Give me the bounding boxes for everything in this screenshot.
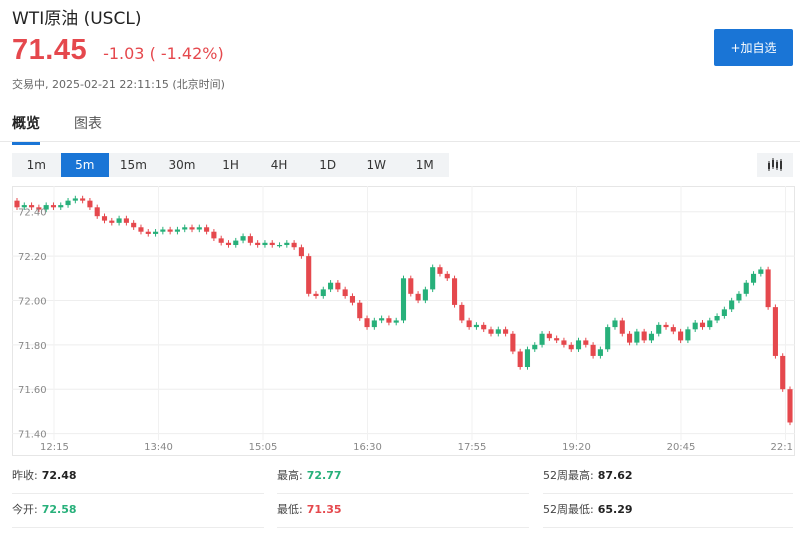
x-tick-label: 15:05: [249, 442, 278, 453]
candle: [619, 317, 625, 337]
x-tick-label: 19:20: [562, 442, 591, 453]
last-price: 71.45: [12, 34, 88, 66]
candlestick-icon: [768, 158, 782, 171]
candle: [772, 304, 778, 359]
stat-prev-close: 昨收: 72.48: [12, 469, 77, 482]
interval-1mo[interactable]: 1M: [401, 153, 450, 177]
stat-low: 最低: 71.35: [277, 503, 342, 516]
stats-divider: [12, 493, 264, 494]
x-tick-label: 20:45: [667, 442, 696, 453]
stat-high: 最高: 72.77: [277, 469, 342, 482]
stats-divider: [543, 527, 793, 528]
x-tick-label: 16:30: [353, 442, 382, 453]
price-row: 71.45 -1.03 ( -1.42%): [12, 34, 224, 67]
candle: [408, 275, 414, 297]
interval-1m[interactable]: 1m: [12, 153, 61, 177]
stat-open: 今开: 72.58: [12, 503, 77, 516]
candle: [605, 324, 611, 352]
candle: [400, 275, 407, 324]
candle: [765, 266, 771, 310]
x-tick-label: 17:55: [458, 442, 487, 453]
interval-30m[interactable]: 30m: [158, 153, 207, 177]
x-tick-label: 22:1: [771, 442, 793, 453]
candle: [306, 253, 312, 297]
candle: [430, 264, 436, 293]
stat-52w-low: 52周最低: 65.29: [543, 503, 633, 516]
candle: [451, 275, 458, 308]
interval-1d[interactable]: 1D: [303, 153, 352, 177]
candle: [780, 353, 786, 392]
candle: [510, 331, 516, 355]
trading-status: 交易中, 2025-02-21 22:11:15 (北京时间): [12, 78, 225, 91]
y-tick-label: 71.40: [18, 430, 47, 441]
stats-divider: [12, 527, 264, 528]
x-tick-label: 12:15: [40, 442, 69, 453]
interval-15m[interactable]: 15m: [109, 153, 158, 177]
y-tick-label: 71.80: [18, 341, 47, 352]
price-chart[interactable]: 72.40 72.20 72.00 71.80 71.60 71.4012:15 13:40…: [12, 186, 795, 456]
y-tick-label: 72.40: [18, 208, 47, 219]
stats-divider: [543, 493, 793, 494]
stats-row-1: 昨收: 72.48 最高: 72.77 52周最高: 87.62: [0, 461, 800, 491]
candle: [787, 386, 793, 426]
interval-5m[interactable]: 5m: [60, 153, 110, 177]
add-to-watchlist-button[interactable]: +加自选: [714, 29, 793, 66]
instrument-title: WTI原油 (USCL): [12, 9, 142, 29]
stat-52w-high: 52周最高: 87.62: [543, 469, 633, 482]
candle: [524, 346, 531, 370]
candle: [459, 302, 465, 324]
tabs-divider: [0, 141, 800, 142]
interval-1w[interactable]: 1W: [352, 153, 401, 177]
interval-1h[interactable]: 1H: [206, 153, 255, 177]
y-tick-label: 72.00: [18, 296, 47, 307]
y-tick-label: 71.60: [18, 385, 47, 396]
stats-divider: [277, 527, 529, 528]
candle: [517, 348, 523, 370]
interval-4h[interactable]: 4H: [255, 153, 304, 177]
stats-divider: [277, 493, 529, 494]
interval-selector: 1m 5m 15m 30m 1H 4H 1D 1W 1M: [12, 153, 449, 177]
stats-row-2: 今开: 72.58 最低: 71.35 52周最低: 65.29: [0, 495, 800, 525]
x-tick-label: 13:40: [144, 442, 173, 453]
chart-type-button[interactable]: [757, 153, 793, 177]
y-tick-label: 72.20: [18, 252, 47, 263]
candle: [357, 300, 363, 321]
price-change: -1.03 ( -1.42%): [103, 44, 224, 63]
